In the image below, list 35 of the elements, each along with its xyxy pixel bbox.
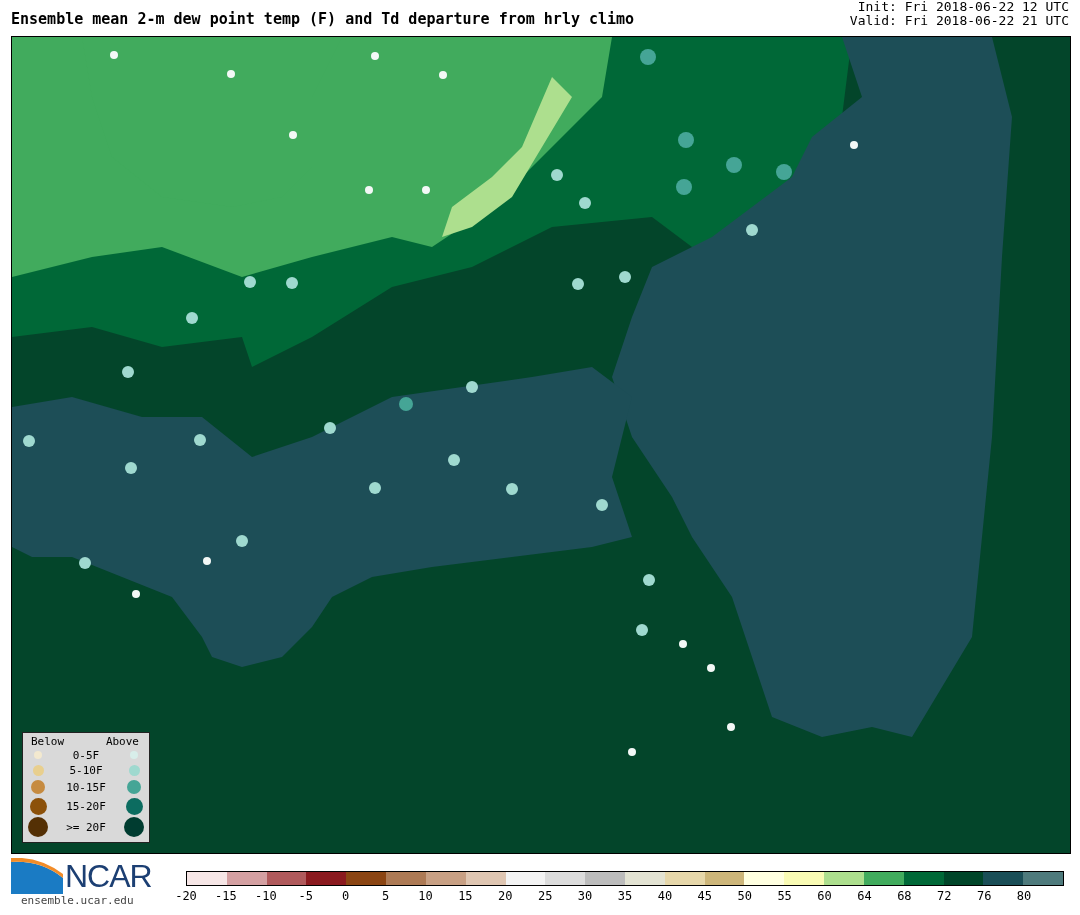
init-time: Init: Fri 2018-06-22 12 UTC [857, 0, 1069, 14]
tick-label: 15 [458, 889, 473, 903]
swoosh-logo-icon [11, 858, 63, 894]
legend-label: >= 20F [66, 820, 106, 834]
legend-label: 5-10F [69, 763, 103, 777]
chart-title: Ensemble mean 2-m dew point temp (F) and Td departure from hrly climo [11, 10, 635, 28]
tick-label: -10 [254, 889, 277, 903]
legend-heading: Above [105, 735, 139, 748]
tick-label: 5 [381, 889, 390, 903]
tick-label: 10 [418, 889, 433, 903]
legend-label: 0-5F [72, 748, 100, 762]
tick-label: 80 [1016, 889, 1032, 903]
tick-label: 64 [857, 889, 872, 903]
tick-label: 50 [737, 889, 752, 903]
tick-label: -5 [298, 889, 313, 903]
legend-label: 15-20F [66, 799, 106, 813]
tick-label: -20 [175, 889, 197, 903]
tick-label: 20 [498, 889, 513, 903]
tick-label: 60 [817, 889, 832, 903]
tick-label: 40 [657, 889, 673, 903]
site-url: ensemble.ucar.edu [20, 894, 135, 907]
tick-label: 0 [342, 889, 350, 903]
tick-label: 76 [976, 889, 992, 903]
tick-label: 25 [537, 889, 553, 903]
tick-label: 68 [897, 889, 912, 903]
tick-label: 72 [937, 889, 952, 903]
legend-label: 10-15F [66, 780, 106, 794]
tick-label: 30 [577, 889, 593, 903]
tick-label: 45 [697, 889, 713, 903]
tick-label: -15 [215, 889, 237, 903]
logo-wordmark: NCAR [65, 859, 152, 893]
legend-heading: Below [31, 735, 65, 748]
tick-label: 35 [617, 889, 633, 903]
valid-time: Valid: Fri 2018-06-22 21 UTC [849, 14, 1069, 28]
tick-label: 55 [777, 889, 792, 903]
